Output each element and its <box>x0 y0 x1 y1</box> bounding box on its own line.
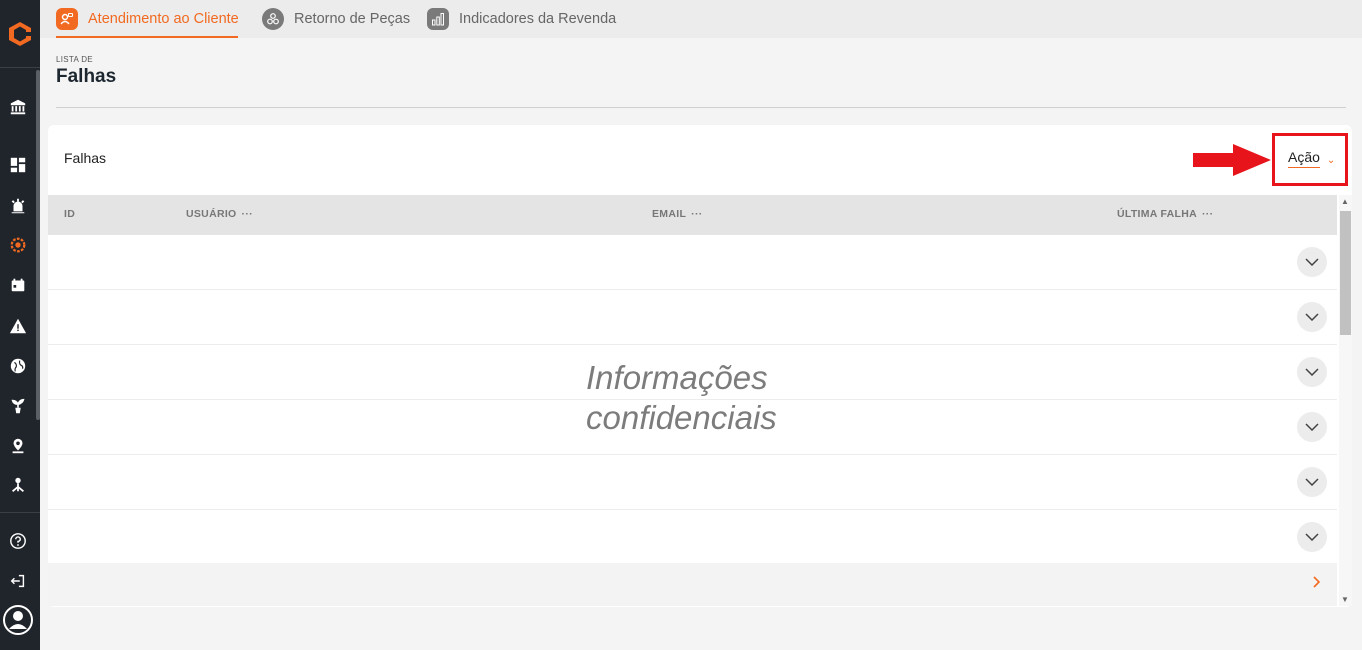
table-row[interactable] <box>48 455 1337 510</box>
expand-row-button[interactable] <box>1297 302 1327 332</box>
chevron-down-icon <box>1305 423 1319 431</box>
column-header-usuario[interactable]: USUÁRIO ··· <box>186 208 253 220</box>
scroll-up-icon[interactable]: ▲ <box>1341 197 1349 206</box>
header-divider <box>56 107 1346 108</box>
bar-chart-icon <box>427 8 449 30</box>
column-header-email[interactable]: EMAIL ··· <box>652 208 703 220</box>
column-header-ultima-falha[interactable]: ÚLTIMA FALHA ··· <box>1117 208 1213 220</box>
gear-failure-icon[interactable] <box>0 230 36 260</box>
chevron-down-icon <box>1305 478 1319 486</box>
confidential-line: confidenciais <box>586 399 777 436</box>
column-header-id[interactable]: ID <box>64 208 75 220</box>
dashboard-icon[interactable] <box>0 150 36 180</box>
confidential-overlay: Informações confidenciais <box>586 358 777 438</box>
card-title: Falhas <box>64 150 107 166</box>
expand-row-button[interactable] <box>1297 412 1327 442</box>
plant-icon[interactable] <box>0 391 36 421</box>
expand-row-button[interactable] <box>1297 522 1327 552</box>
table-scrollbar[interactable]: ▲ ▼ <box>1339 195 1352 606</box>
tab-atendimento-ao-cliente[interactable]: Atendimento ao Cliente <box>56 0 239 38</box>
logout-icon[interactable] <box>0 566 36 596</box>
highlight-box <box>1272 133 1348 186</box>
expand-row-button[interactable] <box>1297 357 1327 387</box>
sidebar <box>0 0 40 650</box>
chevron-down-icon <box>1305 258 1319 266</box>
table-row[interactable] <box>48 235 1337 290</box>
page-title: Falhas <box>56 66 117 87</box>
globe-icon[interactable] <box>0 351 36 381</box>
active-tab-indicator <box>56 36 238 38</box>
column-menu-icon[interactable]: ··· <box>691 208 702 220</box>
table-row[interactable] <box>48 290 1337 345</box>
table-row[interactable] <box>48 510 1337 563</box>
confidential-line: Informações <box>586 359 768 396</box>
table-header: ID USUÁRIO ··· EMAIL ··· ÚLTIMA FALHA ··· <box>48 195 1337 235</box>
location-user-icon[interactable] <box>0 431 36 461</box>
alarm-icon[interactable] <box>0 191 36 221</box>
column-menu-icon[interactable]: ··· <box>1202 208 1213 220</box>
calendar-icon[interactable] <box>0 270 36 300</box>
expand-row-button[interactable] <box>1297 247 1327 277</box>
tab-indicadores-da-revenda[interactable]: Indicadores da Revenda <box>427 0 616 38</box>
tab-label: Atendimento ao Cliente <box>88 11 239 27</box>
page-pretitle: LISTA DE <box>56 55 93 64</box>
sidebar-scrollbar[interactable] <box>36 70 40 420</box>
next-page-button[interactable] <box>1313 575 1321 593</box>
tab-label: Retorno de Peças <box>294 11 411 27</box>
chevron-right-icon <box>1313 576 1321 588</box>
help-icon[interactable] <box>0 526 36 556</box>
warning-icon[interactable] <box>0 311 36 341</box>
logo-icon <box>9 21 31 46</box>
arrow-right-icon <box>1193 144 1271 176</box>
avatar-icon[interactable] <box>0 602 36 638</box>
hierarchy-icon[interactable] <box>0 470 36 500</box>
building-icon[interactable] <box>0 92 36 122</box>
app-logo[interactable] <box>0 0 40 68</box>
scroll-down-icon[interactable]: ▼ <box>1341 595 1349 604</box>
column-menu-icon[interactable]: ··· <box>242 208 253 220</box>
parts-return-icon <box>262 8 284 30</box>
tab-retorno-de-pecas[interactable]: Retorno de Peças <box>262 0 410 38</box>
scrollbar-thumb[interactable] <box>1340 211 1351 335</box>
sidebar-divider <box>0 512 40 513</box>
customer-service-icon <box>56 8 78 30</box>
chevron-down-icon <box>1305 313 1319 321</box>
table-footer <box>48 563 1337 606</box>
tab-label: Indicadores da Revenda <box>459 11 617 27</box>
chevron-down-icon <box>1305 368 1319 376</box>
chevron-down-icon <box>1305 533 1319 541</box>
expand-row-button[interactable] <box>1297 467 1327 497</box>
